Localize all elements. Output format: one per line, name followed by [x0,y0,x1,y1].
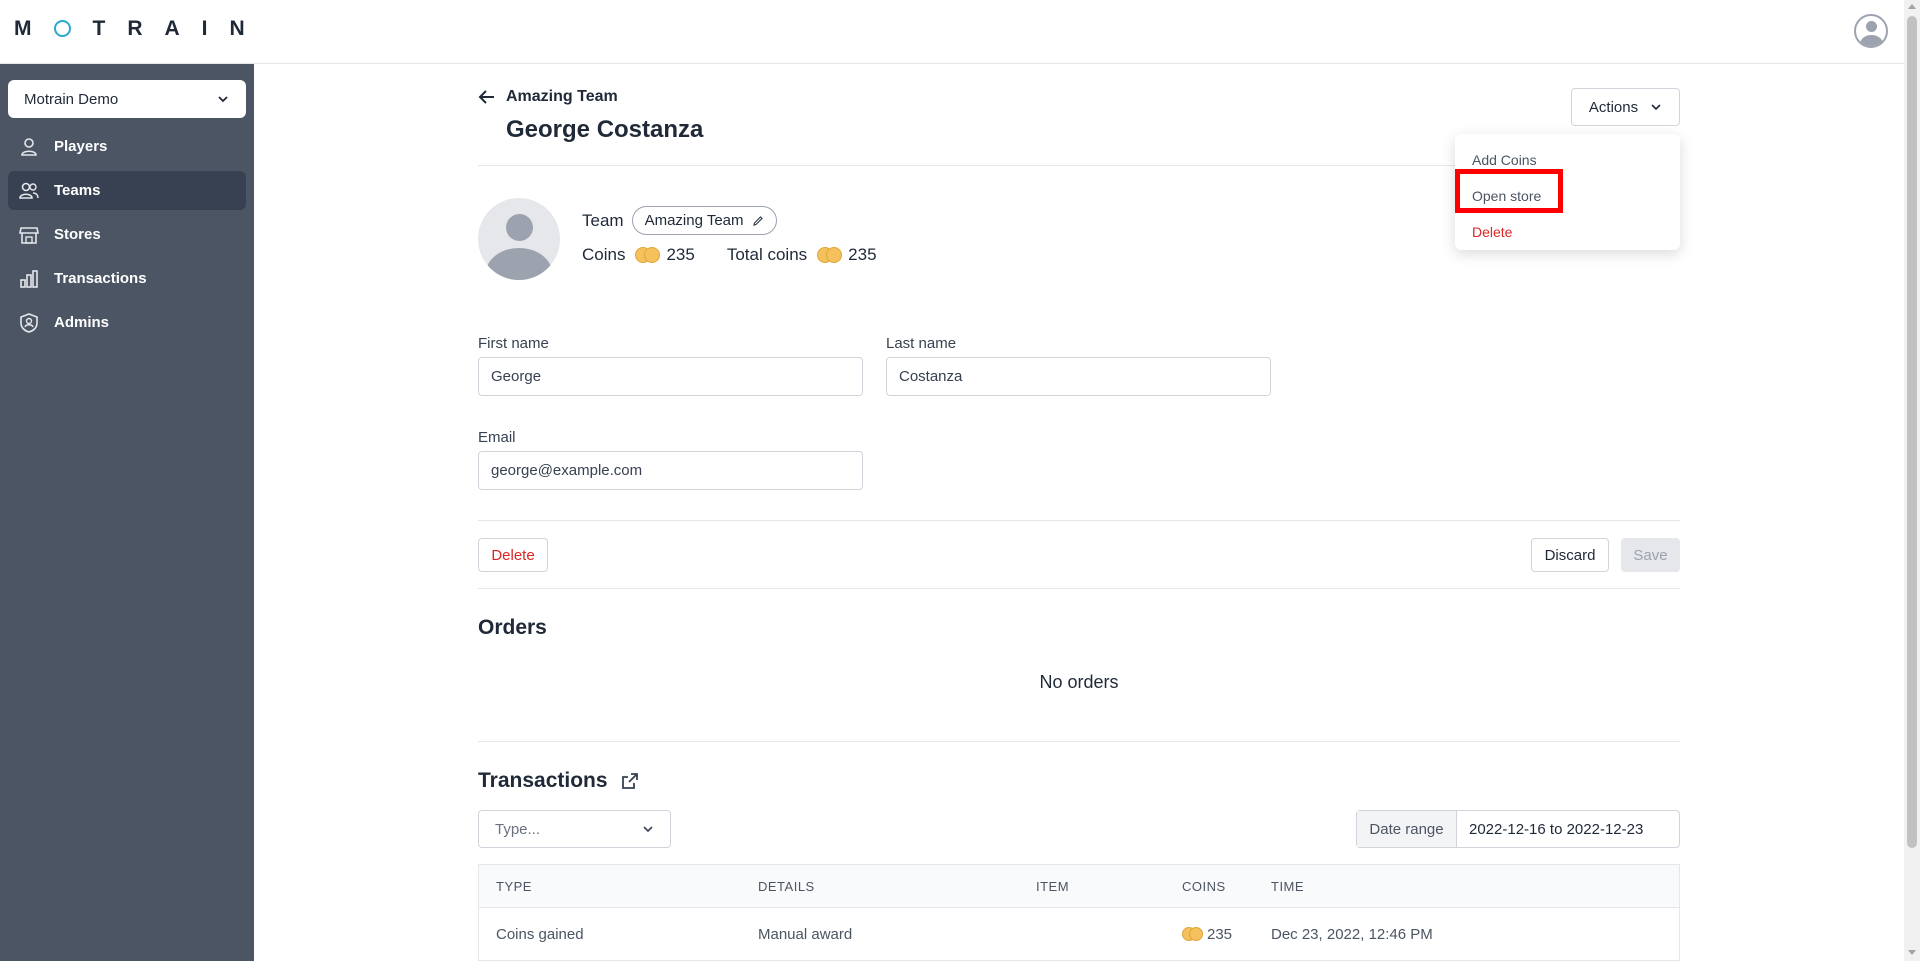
sidebar-item-stores[interactable]: Stores [8,215,246,254]
user-avatar-icon[interactable] [1854,14,1888,48]
coins-row: Coins 235 Total coins 235 [582,245,877,265]
arrow-left-icon [478,90,494,104]
users-icon [19,182,39,199]
page-title: George Costanza [506,116,704,143]
total-coins-label: Total coins [726,245,808,264]
menu-item-delete[interactable]: Delete [1455,214,1680,250]
last-name-label: Last name [886,335,957,352]
chevron-down-icon [218,96,228,103]
logo-letter: M [14,17,32,40]
scroll-up-icon[interactable] [1908,4,1916,9]
scrollbar-thumb[interactable] [1907,16,1917,848]
chart-bar-icon [20,269,38,288]
coins-label: Coins [582,245,626,264]
date-range-filter[interactable]: Date range 2022-12-16 to 2022-12-23 [1356,810,1680,848]
divider [478,520,1680,521]
orders-title: Orders [478,616,547,639]
top-bar: M T R A I N [0,0,1904,64]
cell-time: Dec 23, 2022, 12:46 PM [1271,925,1433,943]
sidebar-item-admins[interactable]: Admins [8,303,246,342]
team-name: Amazing Team [644,212,744,229]
cell-coins: 235 [1182,926,1232,943]
coins-value: 235 [666,245,695,264]
column-header[interactable]: ITEM [1036,879,1069,894]
sidebar: Motrain Demo Players Teams Stores Transa… [0,64,254,961]
sidebar-item-teams[interactable]: Teams [8,171,246,210]
scroll-down-icon[interactable] [1908,950,1916,955]
user-icon [21,137,37,156]
chevron-down-icon [643,826,653,833]
page-scrollbar[interactable] [1904,0,1920,961]
table-row[interactable]: Coins gained Manual award 235 Dec 23, 20… [479,908,1679,960]
sidebar-item-label: Admins [54,314,110,331]
logo-o-ring [53,20,71,37]
type-filter-placeholder: Type... [495,820,541,838]
external-link-icon[interactable] [620,771,640,791]
transactions-table: TYPE DETAILS ITEM COINS TIME Coins gaine… [478,864,1680,961]
divider [478,741,1680,742]
sidebar-item-label: Transactions [54,270,147,287]
actions-button[interactable]: Actions [1571,88,1680,126]
table-header: TYPE DETAILS ITEM COINS TIME [479,865,1679,908]
sidebar-item-players[interactable]: Players [8,127,246,166]
date-range-label: Date range [1357,811,1457,847]
motrain-logo[interactable]: M T R A I N [14,17,245,41]
delete-button[interactable]: Delete [478,538,548,572]
column-header[interactable]: DETAILS [758,879,815,894]
sidebar-item-label: Teams [54,182,101,199]
logo-letter: I [201,17,208,40]
last-name-field[interactable]: Costanza [886,357,1271,396]
account-name: Motrain Demo [24,90,119,108]
divider [478,588,1680,589]
column-header[interactable]: COINS [1182,879,1226,894]
save-button[interactable]: Save [1621,538,1680,572]
logo-letter: T [92,17,106,40]
cell-type: Coins gained [496,925,584,943]
email-label: Email [478,429,516,446]
highlight-box [1455,169,1563,213]
transactions-header: Transactions [478,769,640,793]
sidebar-item-label: Players [54,138,108,155]
sidebar-item-label: Stores [54,226,101,243]
no-orders-message: No orders [1039,672,1119,692]
type-filter-select[interactable]: Type... [478,810,671,848]
total-coins-value: 235 [848,245,877,264]
first-name-label: First name [478,335,549,352]
email-field[interactable]: george@example.com [478,451,863,490]
cell-details: Manual award [758,925,853,943]
actions-button-label: Actions [1588,98,1639,116]
store-icon [19,226,39,244]
discard-button[interactable]: Discard [1531,538,1609,572]
date-range-input[interactable]: 2022-12-16 to 2022-12-23 [1457,811,1643,847]
shield-user-icon [20,312,38,333]
team-label: Team [582,210,624,230]
player-avatar [478,198,560,280]
column-header[interactable]: TYPE [496,879,532,894]
column-header[interactable]: TIME [1271,879,1304,894]
account-select[interactable]: Motrain Demo [8,80,246,118]
chevron-down-icon [1651,104,1661,111]
coins-icon [1182,927,1203,941]
coins-icon [635,247,661,263]
back-link-label: Amazing Team [506,88,618,105]
coins-icon [817,247,843,263]
team-row: Team Amazing Team [582,206,777,235]
pencil-icon [752,215,763,226]
team-pill[interactable]: Amazing Team [631,206,777,235]
logo-letter: A [164,17,180,40]
cell-coins-value: 235 [1207,925,1233,943]
transactions-title: Transactions [478,769,608,792]
sidebar-nav: Players Teams Stores Transactions Admins [8,127,246,347]
first-name-field[interactable]: George [478,357,863,396]
logo-letter: N [229,17,245,40]
back-link[interactable]: Amazing Team [478,88,618,106]
sidebar-item-transactions[interactable]: Transactions [8,259,246,298]
logo-letter: R [127,17,143,40]
